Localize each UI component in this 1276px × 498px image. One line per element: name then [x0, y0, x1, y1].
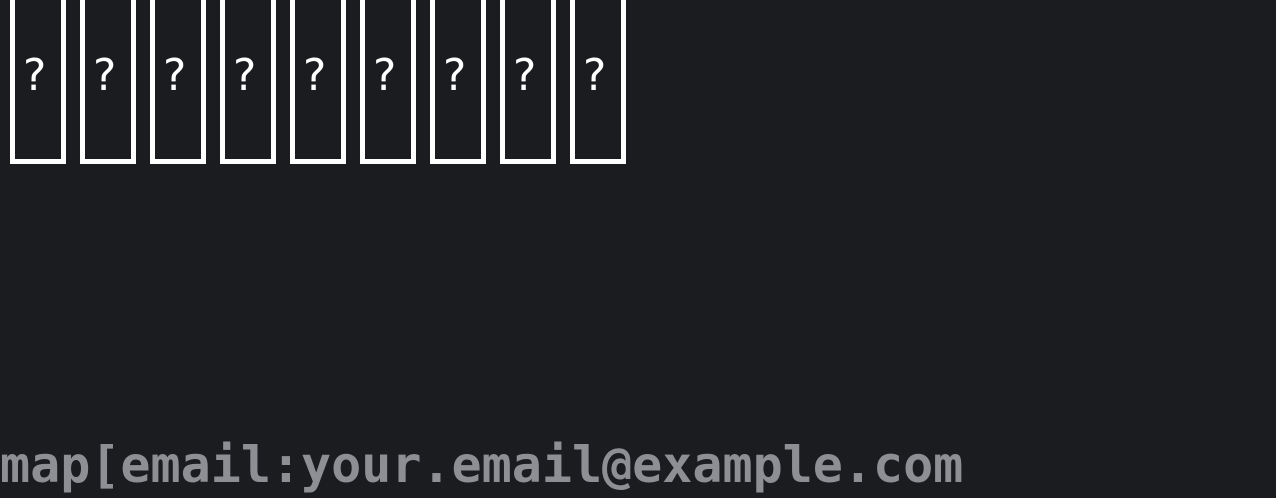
- missing-glyph-char: ?: [93, 50, 117, 101]
- terminal-screen: ? ? ? ? ? ? ? ? ? map[email:your.email@e…: [0, 0, 1276, 498]
- missing-glyph-char: ?: [303, 50, 327, 101]
- missing-glyph-char: ?: [443, 50, 467, 101]
- missing-glyph-char: ?: [23, 50, 47, 101]
- missing-glyph-box: ?: [570, 0, 626, 164]
- output-line: map[email:your.email@example.com: [0, 436, 964, 494]
- missing-glyph-char: ?: [513, 50, 537, 101]
- missing-glyph-box: ?: [80, 0, 136, 164]
- missing-glyph-box: ?: [500, 0, 556, 164]
- missing-glyph-box: ?: [150, 0, 206, 164]
- missing-glyph-char: ?: [373, 50, 397, 101]
- missing-glyph-box: ?: [10, 0, 66, 164]
- missing-glyph-box: ?: [430, 0, 486, 164]
- missing-glyph-char: ?: [233, 50, 257, 101]
- missing-glyph-char: ?: [163, 50, 187, 101]
- missing-glyph-box: ?: [290, 0, 346, 164]
- missing-glyph-box: ?: [220, 0, 276, 164]
- missing-glyph-row: ? ? ? ? ? ? ? ? ?: [10, 0, 626, 164]
- missing-glyph-box: ?: [360, 0, 416, 164]
- missing-glyph-char: ?: [583, 50, 607, 101]
